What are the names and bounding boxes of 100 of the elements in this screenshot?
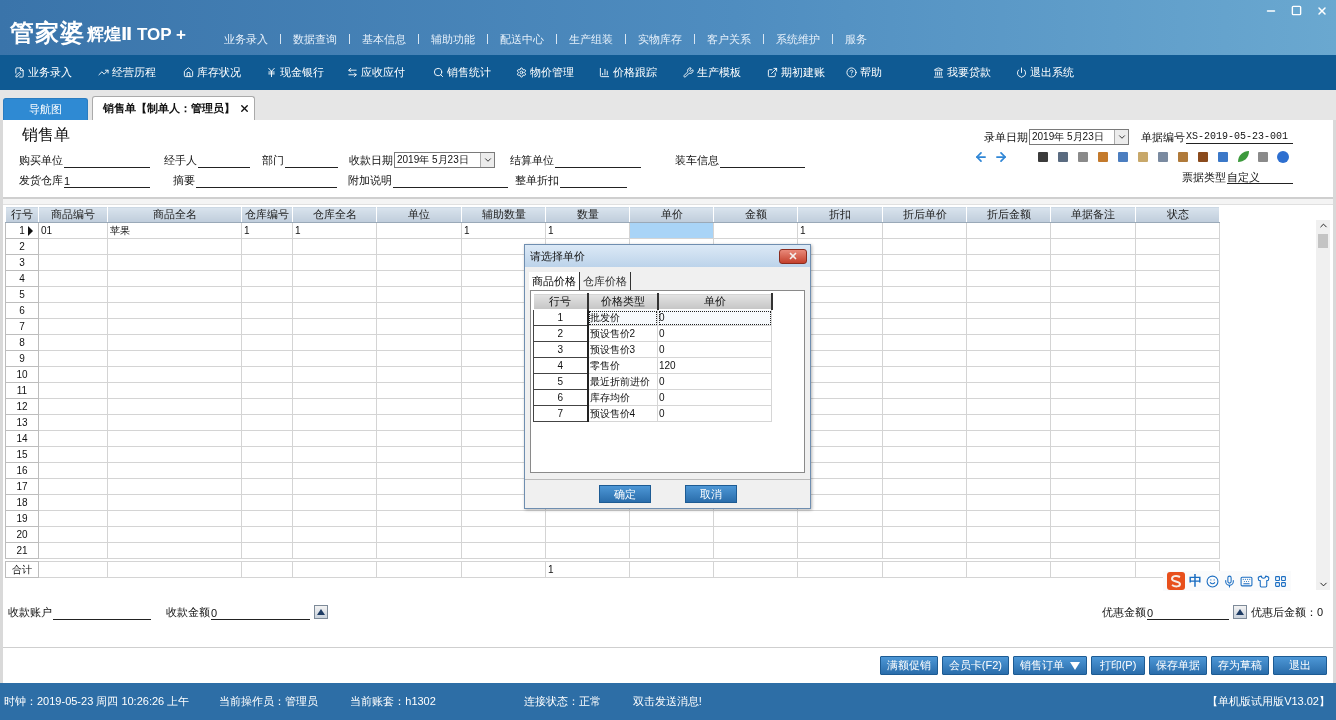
toolbar-item[interactable]: 生产模板 bbox=[697, 65, 741, 80]
table-cell[interactable]: 预设售价3 bbox=[587, 341, 658, 358]
tab[interactable]: 导航图 bbox=[3, 98, 88, 120]
input-field[interactable]: 1 bbox=[64, 175, 150, 188]
toolbar-item[interactable]: 销售统计 bbox=[447, 65, 491, 80]
close-button[interactable] bbox=[779, 248, 807, 264]
column-header[interactable]: 折扣 bbox=[797, 206, 883, 223]
tab[interactable]: 商品价格 bbox=[529, 272, 580, 290]
toolbar-item[interactable]: 库存状况 bbox=[197, 65, 241, 80]
toolbar-item[interactable]: 经营历程 bbox=[112, 65, 156, 80]
spin-button[interactable] bbox=[1232, 605, 1247, 619]
toolbar-item[interactable]: 价格跟踪 bbox=[613, 65, 657, 80]
toolbar-item[interactable]: 物价管理 bbox=[530, 65, 574, 80]
table-cell[interactable]: 库存均价 bbox=[587, 389, 658, 406]
close-icon[interactable] bbox=[239, 103, 250, 114]
action-button[interactable]: 保存单据 bbox=[1149, 656, 1207, 675]
power-icon[interactable] bbox=[1016, 67, 1027, 78]
toolbar-item[interactable]: 期初建账 bbox=[781, 65, 825, 80]
column-header[interactable]: 仓库全名 bbox=[292, 206, 377, 223]
action-button[interactable]: 满额促销 bbox=[879, 656, 938, 675]
smile-icon[interactable] bbox=[1206, 574, 1219, 588]
table-cell[interactable]: 预设售价4 bbox=[587, 405, 658, 422]
input-field[interactable]: 0 bbox=[1146, 606, 1229, 620]
toolbar-item[interactable]: 现金银行 bbox=[280, 65, 324, 80]
mic-icon[interactable] bbox=[1223, 574, 1236, 588]
table-cell[interactable]: 0 bbox=[657, 405, 772, 422]
edit-icon[interactable] bbox=[14, 67, 25, 78]
column-header[interactable]: 商品编号 bbox=[38, 206, 108, 223]
menu-item[interactable]: 业务录入 bbox=[211, 34, 280, 44]
column-header[interactable]: 商品全名 bbox=[107, 206, 242, 223]
spin-button[interactable] bbox=[314, 605, 328, 619]
column-header[interactable]: 折后金额 bbox=[966, 206, 1051, 223]
table-cell[interactable]: 0 bbox=[657, 373, 772, 390]
table-cell[interactable]: 0 bbox=[657, 389, 772, 406]
bar-chart-icon[interactable] bbox=[599, 67, 610, 78]
table-cell[interactable]: 预设售价2 bbox=[587, 325, 658, 342]
arrow-right-icon[interactable] bbox=[994, 150, 1008, 164]
bank-icon[interactable] bbox=[933, 67, 944, 78]
arrow-left-icon[interactable] bbox=[974, 150, 988, 164]
toolbar-item[interactable]: 帮助 bbox=[860, 65, 882, 80]
ime-logo-icon[interactable] bbox=[1167, 572, 1185, 590]
search-icon[interactable] bbox=[433, 67, 444, 78]
yen-icon[interactable] bbox=[266, 67, 277, 78]
input-field[interactable]: 自定义 bbox=[1227, 170, 1293, 184]
maximize-icon[interactable] bbox=[1291, 5, 1302, 16]
action-button[interactable]: 存为草稿 bbox=[1211, 656, 1269, 675]
table-cell[interactable]: 最近折前进价 bbox=[587, 373, 658, 390]
column-header[interactable]: 单位 bbox=[376, 206, 462, 223]
menu-item[interactable]: 配送中心 bbox=[486, 34, 556, 44]
column-header[interactable]: 金额 bbox=[713, 206, 798, 223]
wrench-icon[interactable] bbox=[683, 67, 694, 78]
dialog-button[interactable]: 取消 bbox=[684, 485, 737, 503]
menu-item[interactable]: 基本信息 bbox=[348, 34, 418, 44]
input-field[interactable]: XS-2019-05-23-001 bbox=[1186, 130, 1293, 144]
date-picker[interactable]: 2019年 5月23日 bbox=[1029, 129, 1129, 145]
menu-item[interactable]: 数据查询 bbox=[279, 34, 349, 44]
table-cell[interactable]: 零售价 bbox=[587, 357, 658, 374]
tab[interactable]: 仓库价格 bbox=[580, 272, 631, 290]
column-header[interactable]: 行号 bbox=[5, 206, 39, 223]
action-button[interactable]: 打印(P) bbox=[1091, 656, 1145, 675]
action-button[interactable]: 退出 bbox=[1273, 656, 1327, 675]
column-header[interactable]: 仓库编号 bbox=[241, 206, 293, 223]
table-cell[interactable]: 0 bbox=[657, 341, 772, 358]
column-header[interactable]: 辅助数量 bbox=[461, 206, 546, 223]
ime-label[interactable]: 中 bbox=[1189, 572, 1202, 590]
trend-chart-icon[interactable] bbox=[98, 67, 109, 78]
arrows-icon[interactable] bbox=[347, 67, 358, 78]
toolbar-item[interactable]: 退出系统 bbox=[1030, 65, 1074, 80]
house-icon[interactable] bbox=[183, 67, 194, 78]
action-button[interactable]: 销售订单 bbox=[1013, 656, 1087, 675]
help-icon[interactable] bbox=[846, 67, 857, 78]
menu-item[interactable]: 生产组装 bbox=[555, 34, 625, 44]
column-header[interactable]: 行号 bbox=[533, 293, 588, 310]
toolbar-item[interactable]: 我要贷款 bbox=[947, 65, 991, 80]
table-cell[interactable]: 0 bbox=[657, 325, 772, 342]
action-button[interactable]: 会员卡(F2) bbox=[941, 656, 1009, 675]
grid-icon[interactable] bbox=[1274, 574, 1287, 588]
date-picker[interactable]: 2019年 5月23日 bbox=[394, 152, 495, 168]
toolbar-item[interactable]: 应收应付 bbox=[361, 65, 405, 80]
column-header[interactable]: 单据备注 bbox=[1050, 206, 1136, 223]
toolbar-icon[interactable] bbox=[1196, 150, 1210, 164]
tab[interactable]: 销售单【制单人：管理员】 bbox=[92, 96, 255, 120]
column-header[interactable]: 价格类型 bbox=[587, 293, 658, 310]
column-header[interactable]: 单价 bbox=[629, 206, 714, 223]
column-header[interactable]: 单价 bbox=[657, 293, 772, 310]
toolbar-icon[interactable] bbox=[1036, 150, 1050, 164]
shirt-icon[interactable] bbox=[1257, 574, 1270, 588]
external-link-icon[interactable] bbox=[767, 67, 778, 78]
settings-icon[interactable] bbox=[516, 67, 527, 78]
keyboard-icon[interactable] bbox=[1240, 574, 1253, 588]
toolbar-icon[interactable] bbox=[1056, 150, 1070, 164]
scroll-thumb[interactable] bbox=[1318, 234, 1328, 248]
column-header[interactable]: 数量 bbox=[545, 206, 630, 223]
input-field[interactable]: 0 bbox=[211, 606, 310, 620]
menu-item[interactable]: 辅助功能 bbox=[417, 34, 487, 44]
column-header[interactable]: 状态 bbox=[1135, 206, 1220, 223]
table-cell[interactable]: 120 bbox=[657, 357, 772, 374]
column-header[interactable]: 折后单价 bbox=[882, 206, 967, 223]
toolbar-icon[interactable] bbox=[1276, 150, 1290, 164]
dialog-button[interactable]: 确定 bbox=[598, 485, 651, 503]
